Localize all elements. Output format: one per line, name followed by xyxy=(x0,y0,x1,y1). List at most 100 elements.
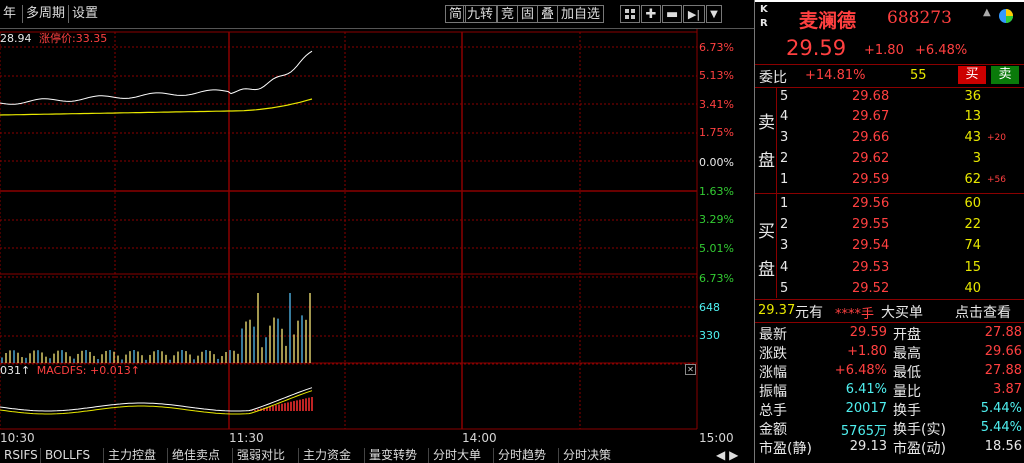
stat-value: 18.56 xyxy=(984,439,1022,454)
buy-order-index: 4 xyxy=(780,260,789,275)
stat-value: 5.44% xyxy=(980,401,1022,416)
weibi-label: 委比 xyxy=(759,70,787,86)
stat-value: +6.48% xyxy=(834,363,887,378)
stat-value: 27.88 xyxy=(984,325,1022,340)
stat-value: 6.41% xyxy=(845,382,887,397)
buy-side-label-1: 买 xyxy=(758,222,775,242)
pie-chart-icon[interactable] xyxy=(998,8,1014,28)
stat-label: 涨幅 xyxy=(759,365,787,381)
stat-label: 振幅 xyxy=(759,384,787,400)
big-order-link[interactable]: 点击查看 xyxy=(955,302,1011,322)
tab-intraday-trend[interactable]: 分时趋势 xyxy=(493,448,550,463)
toolbar-auction[interactable]: 竞 xyxy=(497,5,519,23)
sell-order-index: 5 xyxy=(780,89,789,104)
time-label-1400: 14:00 xyxy=(462,431,497,445)
intraday-chart xyxy=(0,29,698,430)
sell-order-qty: 36 xyxy=(964,89,981,104)
sell-order-price[interactable]: 29.68 xyxy=(852,89,889,104)
dropdown-small-icon[interactable]: ▲ xyxy=(983,7,991,18)
price-lines xyxy=(0,50,313,116)
buy-order-price[interactable]: 29.53 xyxy=(852,260,889,275)
toolbar-add-watchlist[interactable]: 加自选 xyxy=(557,5,605,23)
buy-order-index: 3 xyxy=(780,238,789,253)
price-change: +1.80 xyxy=(864,43,904,58)
buy-order-index: 5 xyxy=(780,281,789,296)
limit-up-price: 涨停价:33.35 xyxy=(39,32,108,45)
sell-order-index: 1 xyxy=(780,172,789,187)
tab-main-control[interactable]: 主力控盘 xyxy=(103,448,160,463)
sell-order-price[interactable]: 29.59 xyxy=(852,172,889,187)
toolbar-year[interactable]: 年 xyxy=(0,5,19,23)
tab-intraday-decision[interactable]: 分时决策 xyxy=(558,448,615,463)
stat-value: 29.66 xyxy=(984,344,1022,359)
buy-order-price[interactable]: 29.52 xyxy=(852,281,889,296)
tab-strength-compare[interactable]: 强弱对比 xyxy=(232,448,289,463)
sell-button[interactable]: 卖 xyxy=(991,66,1019,84)
chart-price-prefix: 28.94 xyxy=(0,32,32,45)
sell-order-price[interactable]: 29.62 xyxy=(852,151,889,166)
quote-panel: K R 麦澜德 688273 ▲ 29.59 +1.80 +6.48% 委比 +… xyxy=(754,0,1024,463)
tab-big-orders[interactable]: 分时大单 xyxy=(428,448,485,463)
big-order-label: 大买单 xyxy=(881,305,923,321)
stat-label: 最新 xyxy=(759,327,787,343)
toolbar-jiuzhuan[interactable]: 九转 xyxy=(463,5,498,23)
tab-volume-trend[interactable]: 量变转势 xyxy=(364,448,421,463)
tab-rsifs[interactable]: RSIFS xyxy=(0,448,42,463)
big-order-price: 29.37 xyxy=(758,303,796,318)
axis-down-3: 5.01% xyxy=(699,242,734,255)
skip-right-icon[interactable]: ▶| xyxy=(683,5,705,23)
price-line xyxy=(0,50,313,105)
big-order-unit: 元有 xyxy=(795,305,823,321)
buy-order-price[interactable]: 29.55 xyxy=(852,217,889,232)
kr-r: R xyxy=(760,18,768,29)
macd-label: MACDFS: +0.013↑ xyxy=(36,364,140,377)
volume-label-2: 330 xyxy=(699,329,720,342)
expand-arrow-icon[interactable]: ✕ xyxy=(685,364,696,375)
minus-icon[interactable]: ▬ xyxy=(662,5,682,23)
macd-prefix: 031↑ xyxy=(0,364,31,377)
buy-order-index: 2 xyxy=(780,217,789,232)
buy-order-price[interactable]: 29.56 xyxy=(852,196,889,211)
plus-icon[interactable]: ✚ xyxy=(641,5,661,23)
stat-label: 最低 xyxy=(893,365,921,381)
stat-value: +1.80 xyxy=(847,344,887,359)
sell-order-index: 3 xyxy=(780,130,789,145)
avg-price-line xyxy=(0,98,313,116)
time-label-1130: 11:30 xyxy=(229,431,264,445)
sell-order-delta: +20 xyxy=(987,133,1006,143)
grid-icon[interactable] xyxy=(620,5,640,23)
time-label-1030: 10:30 xyxy=(0,431,35,445)
last-price: 29.59 xyxy=(786,36,847,60)
sell-order-delta: +56 xyxy=(987,175,1006,185)
tab-bollfs[interactable]: BOLLFS xyxy=(40,448,94,463)
sell-order-price[interactable]: 29.66 xyxy=(852,130,889,145)
stat-value: 5765万 xyxy=(840,424,887,439)
stock-code: 688273 xyxy=(887,8,952,28)
stat-label: 换手(实) xyxy=(893,422,946,438)
toolbar-fixed[interactable]: 固 xyxy=(517,5,539,23)
sell-order-price[interactable]: 29.67 xyxy=(852,109,889,124)
macd-bars xyxy=(0,387,313,415)
nav-left-icon[interactable]: ◀ xyxy=(716,448,725,462)
buy-order-qty: 40 xyxy=(964,281,981,296)
buy-order-price[interactable]: 29.54 xyxy=(852,238,889,253)
buy-button[interactable]: 买 xyxy=(958,66,986,84)
stat-value: 29.13 xyxy=(849,439,887,454)
macd-info: 031↑ MACDFS: +0.013↑ xyxy=(0,364,140,377)
tab-main-funds[interactable]: 主力资金 xyxy=(298,448,355,463)
toolbar-settings[interactable]: 设置 xyxy=(68,5,101,23)
big-order-bar[interactable]: 29.37 元有 ****手 大买单 点击查看 xyxy=(755,302,1024,322)
stat-value: 27.88 xyxy=(984,363,1022,378)
stat-value: 3.87 xyxy=(993,382,1022,397)
tab-nav-arrows[interactable]: ◀ ▶ xyxy=(712,448,742,463)
weicha-value: 55 xyxy=(910,68,927,83)
big-order-hand: ****手 xyxy=(835,307,875,322)
stat-label: 换手 xyxy=(893,403,921,419)
toolbar-overlay[interactable]: 叠 xyxy=(537,5,559,23)
nav-right-icon[interactable]: ▶ xyxy=(729,448,738,462)
axis-up-3: 3.41% xyxy=(699,98,734,111)
toolbar-multi-period[interactable]: 多周期 xyxy=(22,5,68,23)
axis-up-4: 1.75% xyxy=(699,126,734,139)
dropdown-icon[interactable]: ▼ xyxy=(706,5,722,23)
tab-best-sell[interactable]: 绝佳卖点 xyxy=(167,448,224,463)
